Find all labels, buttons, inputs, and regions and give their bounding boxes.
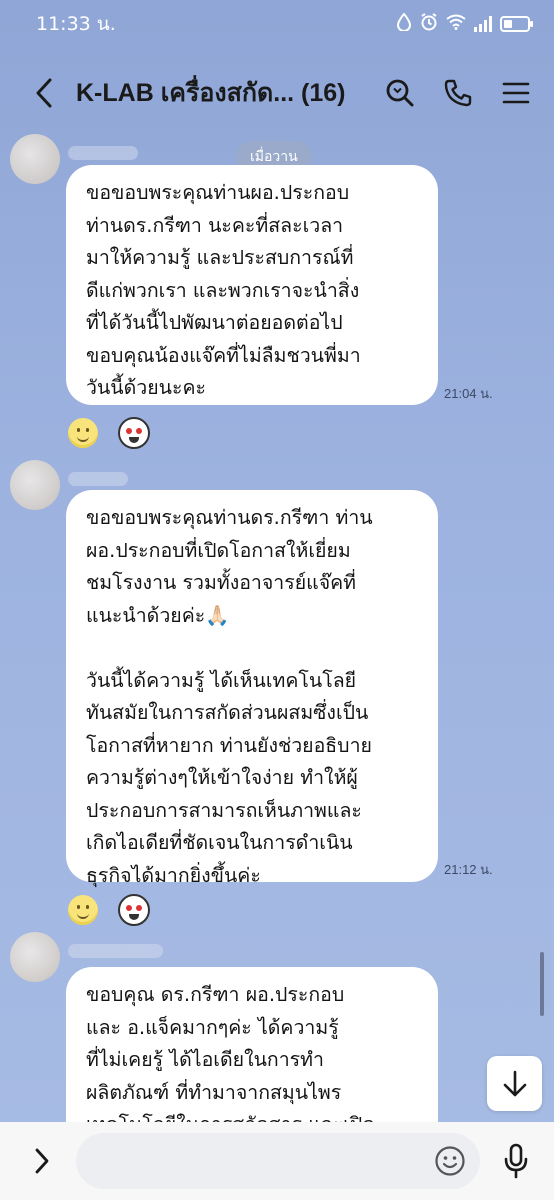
sender-avatar[interactable] xyxy=(10,460,60,510)
scroll-to-bottom-button[interactable] xyxy=(487,1056,542,1111)
sender-name xyxy=(68,944,163,958)
message-input[interactable] xyxy=(96,1150,432,1172)
smile-reaction-icon[interactable] xyxy=(68,895,98,925)
back-button[interactable] xyxy=(24,73,64,113)
message-input-bar xyxy=(0,1122,554,1200)
heart-eyes-reaction-icon[interactable] xyxy=(118,894,150,926)
back-arrow-icon xyxy=(36,78,52,108)
microphone-button[interactable] xyxy=(498,1141,534,1181)
menu-icon xyxy=(502,82,530,104)
message-time: 21:04 น. xyxy=(444,386,493,401)
message-reactions[interactable] xyxy=(68,417,150,449)
message-reactions[interactable] xyxy=(68,894,150,926)
message-bubble[interactable]: ขอขอบพระคุณท่านผอ.ประกอบ ท่านดร.กรีฑา นะ… xyxy=(66,165,438,405)
expand-chevron-icon xyxy=(35,1148,49,1174)
call-button[interactable] xyxy=(440,75,476,111)
message-bubble[interactable]: ขอขอบพระคุณท่านดร.กรีฑา ท่าน ผอ.ประกอบที… xyxy=(66,490,438,887)
message-field[interactable] xyxy=(76,1133,480,1189)
message-time: 21:12 น. xyxy=(444,862,493,877)
menu-button[interactable] xyxy=(498,75,534,111)
search-button[interactable] xyxy=(382,75,418,111)
status-time: 11:33 น. xyxy=(36,13,116,35)
chat-title[interactable]: K-LAB เครื่องสกัด... (16) xyxy=(76,73,382,113)
smile-reaction-icon[interactable] xyxy=(68,418,98,448)
sender-avatar[interactable] xyxy=(10,932,60,982)
status-icons xyxy=(396,11,533,36)
expand-button[interactable] xyxy=(22,1141,62,1181)
phone-icon xyxy=(444,79,472,107)
scrollbar-thumb[interactable] xyxy=(540,952,544,1016)
chat-header: K-LAB เครื่องสกัด... (16) xyxy=(0,48,554,138)
data-saver-icon xyxy=(396,11,412,36)
emoji-button[interactable] xyxy=(432,1143,468,1179)
wifi-icon xyxy=(446,14,466,35)
sender-avatar[interactable] xyxy=(10,134,60,184)
message-bubble[interactable]: ขอบคุณ ดร.กรีฑา ผอ.ประกอบ และ อ.แจ็คมากๆ… xyxy=(66,967,438,1147)
sticker-reaction-icon[interactable] xyxy=(118,417,150,449)
signal-icon xyxy=(474,16,492,32)
search-icon xyxy=(386,79,414,107)
sender-name xyxy=(68,146,138,160)
alarm-icon xyxy=(420,12,438,36)
sender-name xyxy=(68,472,128,486)
status-bar: 11:33 น. xyxy=(0,0,554,48)
microphone-icon xyxy=(504,1143,528,1179)
battery-icon xyxy=(500,16,533,32)
emoji-icon xyxy=(435,1146,465,1176)
arrow-down-icon xyxy=(503,1070,526,1096)
